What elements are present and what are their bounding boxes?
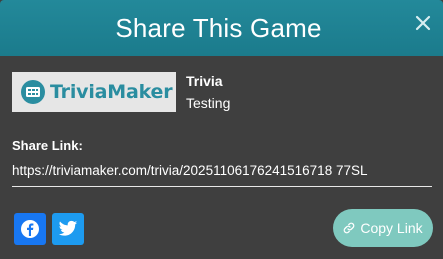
share-link-field[interactable]: https://triviamaker.com/trivia/202511061… bbox=[12, 163, 432, 187]
dialog-title: Share This Game bbox=[115, 12, 322, 43]
copy-link-label: Copy Link bbox=[360, 220, 423, 236]
close-button[interactable] bbox=[413, 13, 433, 33]
link-icon bbox=[344, 222, 355, 234]
copy-link-button[interactable]: Copy Link bbox=[333, 209, 433, 247]
game-subtitle: Testing bbox=[186, 95, 231, 111]
dialog-body: TriviaMaker Trivia Testing Share Link: h… bbox=[0, 56, 443, 259]
triviamaker-logo-icon bbox=[21, 80, 45, 104]
game-logo: TriviaMaker bbox=[12, 72, 176, 112]
facebook-icon bbox=[21, 220, 39, 238]
twitter-icon bbox=[58, 220, 78, 236]
twitter-share-button[interactable] bbox=[52, 213, 84, 245]
game-title: Trivia bbox=[186, 73, 223, 89]
facebook-share-button[interactable] bbox=[14, 213, 46, 245]
close-icon bbox=[415, 15, 431, 31]
share-link-label: Share Link: bbox=[12, 138, 83, 153]
logo-text: TriviaMaker bbox=[50, 81, 173, 103]
dialog-header: Share This Game bbox=[0, 0, 443, 56]
